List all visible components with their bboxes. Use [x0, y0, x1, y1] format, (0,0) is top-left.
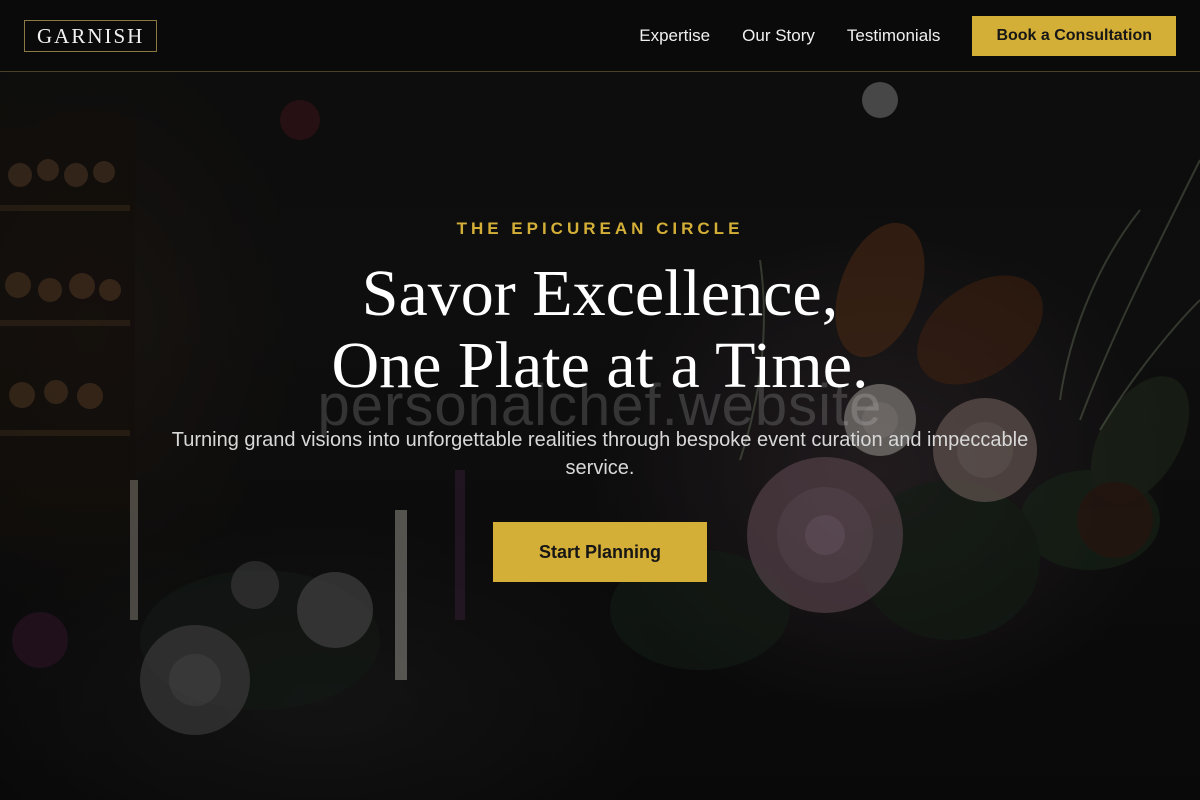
hero-section: personalchef.website THE EPICUREAN CIRCL… [0, 0, 1200, 800]
brand-logo[interactable]: GARNISH [24, 20, 158, 52]
nav-link-our-story[interactable]: Our Story [742, 26, 815, 46]
site-header: GARNISH Expertise Our Story Testimonials… [0, 0, 1200, 72]
main-nav: Expertise Our Story Testimonials Book a … [639, 16, 1176, 56]
book-consultation-button[interactable]: Book a Consultation [972, 16, 1176, 56]
start-planning-button[interactable]: Start Planning [493, 522, 707, 582]
nav-link-expertise[interactable]: Expertise [639, 26, 710, 46]
hero-headline-line-2: One Plate at a Time. [331, 329, 869, 402]
nav-link-testimonials[interactable]: Testimonials [847, 26, 941, 46]
hero-subtitle: Turning grand visions into unforgettable… [171, 429, 1029, 479]
hero-eyebrow: THE EPICUREAN CIRCLE [456, 219, 744, 238]
hero-headline-line-1: Savor Excellence, [361, 257, 839, 330]
hero-headline: Savor Excellence, One Plate at a Time. [0, 258, 1200, 402]
